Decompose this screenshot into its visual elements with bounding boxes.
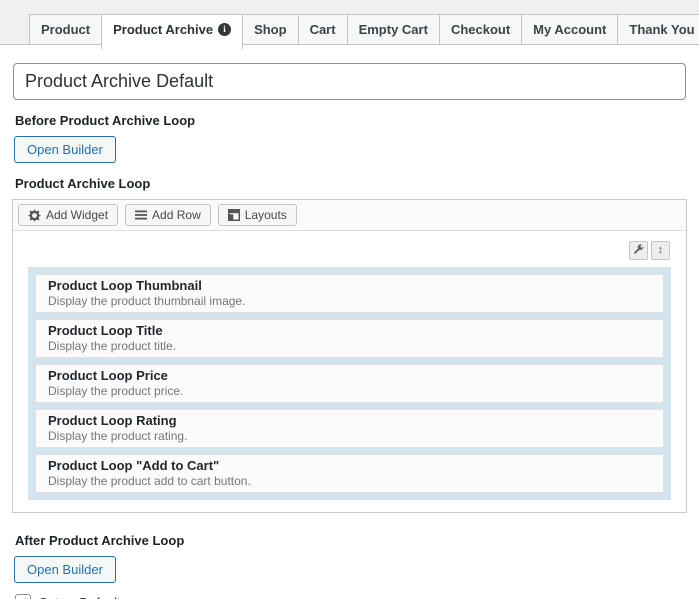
set-as-default-label: Set as Default	[39, 595, 121, 599]
set-as-default-checkbox[interactable]	[15, 594, 31, 599]
tab-shop-label: Shop	[254, 22, 287, 37]
builder-cell: Product Loop Thumbnail Display the produ…	[28, 267, 671, 500]
tab-product-label: Product	[41, 22, 91, 37]
widget-description: Display the product rating.	[48, 429, 188, 443]
screen: Product Product Archive i Shop Cart Empt…	[0, 0, 699, 599]
widget-title: Product Loop Price	[48, 368, 168, 383]
tab-cart-label: Cart	[309, 22, 336, 37]
gear-icon	[28, 208, 41, 222]
after-loop-label: After Product Archive Loop	[15, 533, 185, 548]
tab-product-archive[interactable]: Product Archive i	[101, 14, 244, 49]
loop-label: Product Archive Loop	[15, 176, 151, 191]
builder-content: ↕ Product Loop Thumbnail Display the pro…	[13, 231, 686, 512]
tab-checkout[interactable]: Checkout	[438, 14, 523, 45]
tab-thank-you-label: Thank You	[629, 22, 695, 37]
widget-title: Product Loop "Add to Cart"	[48, 458, 220, 473]
row-move-button[interactable]: ↕	[651, 241, 670, 260]
layout-icon	[227, 209, 240, 221]
widget-product-loop-add-to-cart[interactable]: Product Loop "Add to Cart" Display the p…	[35, 454, 664, 493]
template-name-input[interactable]	[13, 63, 686, 100]
add-row-label: Add Row	[152, 208, 201, 222]
before-loop-label: Before Product Archive Loop	[15, 113, 196, 128]
tab-checkout-label: Checkout	[450, 22, 511, 37]
row-settings-button[interactable]	[629, 241, 648, 260]
add-widget-button[interactable]: Add Widget	[18, 204, 119, 226]
page-builder: Add Widget Add Row Layouts ↕ Product Loo…	[12, 199, 687, 513]
add-widget-label: Add Widget	[46, 208, 109, 222]
widget-product-loop-title[interactable]: Product Loop Title Display the product t…	[35, 319, 664, 358]
row-actions: ↕	[28, 241, 670, 260]
layouts-label: Layouts	[244, 208, 287, 222]
tab-my-account[interactable]: My Account	[521, 14, 619, 45]
builder-toolbar: Add Widget Add Row Layouts	[13, 200, 686, 231]
template-tabs: Product Product Archive i Shop Cart Empt…	[0, 0, 699, 49]
widget-title: Product Loop Rating	[48, 413, 177, 428]
add-row-button[interactable]: Add Row	[125, 204, 211, 226]
tab-my-account-label: My Account	[533, 22, 607, 37]
layouts-button[interactable]: Layouts	[217, 204, 297, 226]
widget-description: Display the product add to cart button.	[48, 474, 251, 488]
tab-empty-cart[interactable]: Empty Cart	[346, 14, 440, 45]
tab-product-archive-label: Product Archive	[113, 22, 214, 37]
up-down-arrows-icon: ↕	[657, 244, 664, 256]
tab-cart[interactable]: Cart	[297, 14, 348, 45]
tab-empty-cart-label: Empty Cart	[358, 22, 428, 37]
before-loop-open-builder-button[interactable]: Open Builder	[14, 136, 116, 163]
info-icon: i	[218, 23, 232, 36]
wrench-icon	[633, 243, 644, 258]
widget-product-loop-price[interactable]: Product Loop Price Display the product p…	[35, 364, 664, 403]
tab-product[interactable]: Product	[29, 14, 103, 45]
widget-product-loop-thumbnail[interactable]: Product Loop Thumbnail Display the produ…	[35, 274, 664, 313]
content-panel: Before Product Archive Loop Open Builder…	[0, 44, 699, 599]
tab-thank-you[interactable]: Thank You	[617, 14, 699, 45]
widget-product-loop-rating[interactable]: Product Loop Rating Display the product …	[35, 409, 664, 448]
set-as-default-row: Set as Default	[15, 594, 699, 599]
widget-title: Product Loop Thumbnail	[48, 278, 202, 293]
widget-title: Product Loop Title	[48, 323, 163, 338]
widget-description: Display the product title.	[48, 339, 177, 353]
tab-shop[interactable]: Shop	[242, 14, 299, 45]
widget-description: Display the product price.	[48, 384, 184, 398]
after-loop-open-builder-button[interactable]: Open Builder	[14, 556, 116, 583]
rows-icon	[135, 209, 148, 221]
widget-description: Display the product thumbnail image.	[48, 294, 246, 308]
